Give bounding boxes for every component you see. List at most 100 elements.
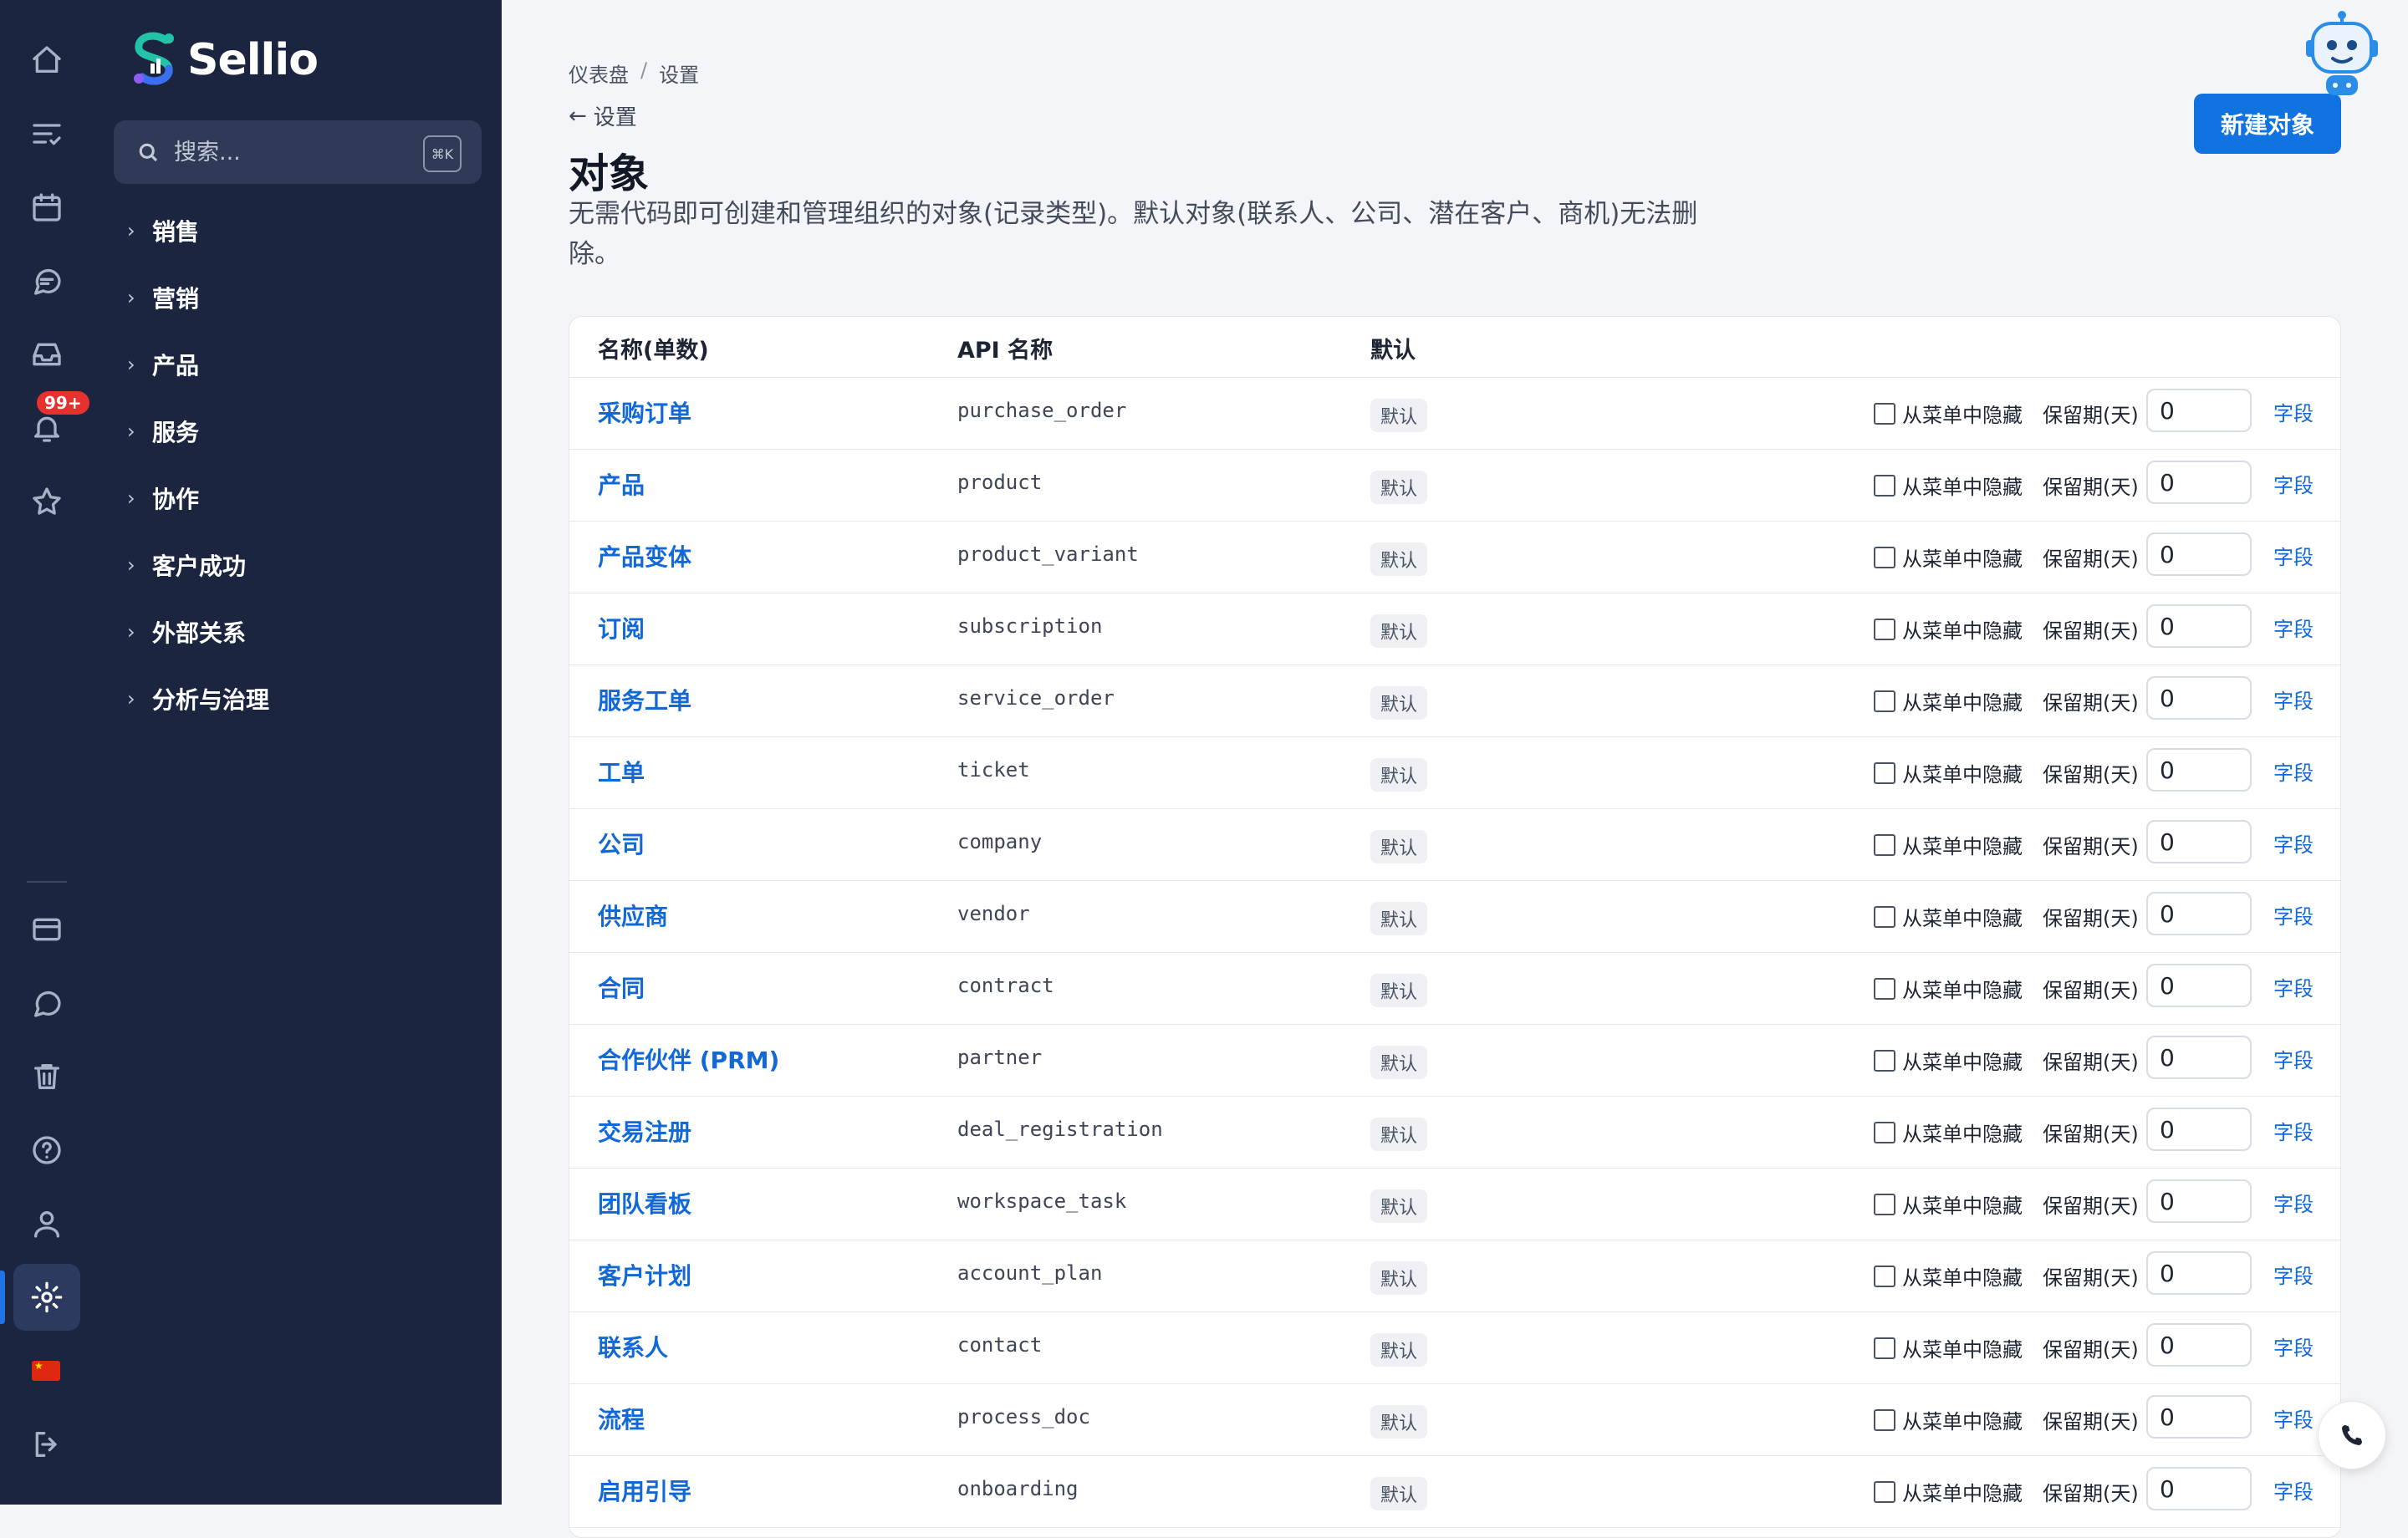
hide-from-menu-toggle[interactable]: 从菜单中隐藏 [1874, 542, 2023, 572]
object-name-link[interactable]: 订阅 [598, 611, 645, 644]
home-icon[interactable] [13, 27, 80, 94]
nav-group-marketing[interactable]: › 营销 [127, 272, 199, 323]
fields-link[interactable]: 字段 [2273, 1116, 2314, 1145]
fields-link[interactable]: 字段 [2273, 685, 2314, 714]
fields-link[interactable]: 字段 [2273, 1260, 2314, 1289]
hide-from-menu-checkbox[interactable] [1874, 1480, 1895, 1503]
billing-card-icon[interactable] [13, 896, 80, 963]
new-object-button[interactable]: 新建对象 [2194, 94, 2341, 154]
object-name-link[interactable]: 产品 [598, 467, 645, 501]
hide-from-menu-toggle[interactable]: 从菜单中隐藏 [1874, 758, 2023, 787]
object-name-link[interactable]: 团队看板 [598, 1186, 691, 1220]
search-box[interactable]: ⌘K [114, 120, 482, 184]
hide-from-menu-checkbox[interactable] [1874, 402, 1895, 425]
hide-from-menu-toggle[interactable]: 从菜单中隐藏 [1874, 1405, 2023, 1434]
inbox-icon[interactable] [13, 321, 80, 388]
retention-days-input[interactable] [2146, 820, 2252, 863]
hide-from-menu-checkbox[interactable] [1874, 761, 1895, 784]
fields-link[interactable]: 字段 [2273, 828, 2314, 858]
trash-icon[interactable] [13, 1043, 80, 1110]
hide-from-menu-checkbox[interactable] [1874, 1121, 1895, 1143]
nav-group-sales[interactable]: › 销售 [127, 206, 199, 256]
fields-link[interactable]: 字段 [2273, 1332, 2314, 1361]
calendar-icon[interactable] [13, 174, 80, 241]
hide-from-menu-checkbox[interactable] [1874, 1265, 1895, 1287]
breadcrumb-settings[interactable]: 设置 [659, 59, 699, 88]
object-name-link[interactable]: 工单 [598, 755, 645, 788]
hide-from-menu-checkbox[interactable] [1874, 833, 1895, 856]
fields-link[interactable]: 字段 [2273, 1475, 2314, 1505]
nav-group-customer-success[interactable]: › 客户成功 [127, 540, 246, 590]
hide-from-menu-toggle[interactable]: 从菜单中隐藏 [1874, 1333, 2023, 1362]
retention-days-input[interactable] [2146, 1108, 2252, 1151]
retention-days-input[interactable] [2146, 461, 2252, 504]
retention-days-input[interactable] [2146, 389, 2252, 432]
hide-from-menu-toggle[interactable]: 从菜单中隐藏 [1874, 399, 2023, 428]
object-name-link[interactable]: 公司 [598, 827, 645, 860]
nav-group-external-relations[interactable]: › 外部关系 [127, 607, 246, 657]
hide-from-menu-checkbox[interactable] [1874, 1193, 1895, 1215]
hide-from-menu-checkbox[interactable] [1874, 1408, 1895, 1431]
fields-link[interactable]: 字段 [2273, 900, 2314, 929]
retention-days-input[interactable] [2146, 892, 2252, 935]
object-name-link[interactable]: 合作伙伴 (PRM) [598, 1042, 779, 1076]
nav-group-collaboration[interactable]: › 协作 [127, 473, 199, 523]
object-name-link[interactable]: 合同 [598, 970, 645, 1004]
fields-link[interactable]: 字段 [2273, 1044, 2314, 1073]
object-name-link[interactable]: 流程 [598, 1402, 645, 1435]
hide-from-menu-toggle[interactable]: 从菜单中隐藏 [1874, 471, 2023, 500]
hide-from-menu-checkbox[interactable] [1874, 905, 1895, 928]
fields-link[interactable]: 字段 [2273, 1188, 2314, 1217]
app-logo[interactable]: Sellio [129, 30, 319, 90]
retention-days-input[interactable] [2146, 1467, 2252, 1510]
retention-days-input[interactable] [2146, 748, 2252, 792]
object-name-link[interactable]: 采购订单 [598, 395, 691, 429]
object-name-link[interactable]: 启用引导 [598, 1474, 691, 1507]
language-flag-icon[interactable] [32, 1360, 60, 1381]
nav-group-products[interactable]: › 产品 [127, 339, 199, 390]
logout-icon[interactable] [13, 1411, 80, 1478]
chat-icon[interactable] [13, 247, 80, 314]
object-name-link[interactable]: 联系人 [598, 1330, 668, 1363]
hide-from-menu-toggle[interactable]: 从菜单中隐藏 [1874, 614, 2023, 644]
fields-link[interactable]: 字段 [2273, 756, 2314, 786]
back-link[interactable]: ← 设置 [569, 100, 637, 131]
retention-days-input[interactable] [2146, 532, 2252, 576]
fields-link[interactable]: 字段 [2273, 613, 2314, 642]
hide-from-menu-toggle[interactable]: 从菜单中隐藏 [1874, 1046, 2023, 1075]
object-name-link[interactable]: 服务工单 [598, 683, 691, 716]
fields-link[interactable]: 字段 [2273, 469, 2314, 498]
hide-from-menu-checkbox[interactable] [1874, 546, 1895, 568]
object-name-link[interactable]: 客户计划 [598, 1258, 691, 1291]
hide-from-menu-toggle[interactable]: 从菜单中隐藏 [1874, 830, 2023, 859]
nav-group-service[interactable]: › 服务 [127, 406, 199, 456]
breadcrumb-dashboard[interactable]: 仪表盘 [569, 59, 629, 88]
hide-from-menu-toggle[interactable]: 从菜单中隐藏 [1874, 1118, 2023, 1147]
hide-from-menu-toggle[interactable]: 从菜单中隐藏 [1874, 902, 2023, 931]
hide-from-menu-checkbox[interactable] [1874, 618, 1895, 640]
retention-days-input[interactable] [2146, 1179, 2252, 1223]
object-name-link[interactable]: 产品变体 [598, 539, 691, 573]
hide-from-menu-checkbox[interactable] [1874, 474, 1895, 497]
retention-days-input[interactable] [2146, 676, 2252, 720]
hide-from-menu-toggle[interactable]: 从菜单中隐藏 [1874, 1189, 2023, 1219]
object-name-link[interactable]: 交易注册 [598, 1114, 691, 1148]
hide-from-menu-toggle[interactable]: 从菜单中隐藏 [1874, 1477, 2023, 1506]
retention-days-input[interactable] [2146, 964, 2252, 1007]
help-icon[interactable] [13, 1117, 80, 1184]
star-icon[interactable] [13, 468, 80, 535]
user-icon[interactable] [13, 1190, 80, 1257]
retention-days-input[interactable] [2146, 1251, 2252, 1295]
tasks-icon[interactable] [13, 100, 80, 167]
hide-from-menu-toggle[interactable]: 从菜单中隐藏 [1874, 974, 2023, 1003]
fields-link[interactable]: 字段 [2273, 1403, 2314, 1433]
assistant-robot-icon[interactable] [2304, 10, 2380, 97]
hide-from-menu-toggle[interactable]: 从菜单中隐藏 [1874, 686, 2023, 716]
fields-link[interactable]: 字段 [2273, 541, 2314, 570]
hide-from-menu-checkbox[interactable] [1874, 1049, 1895, 1072]
hide-from-menu-toggle[interactable]: 从菜单中隐藏 [1874, 1261, 2023, 1291]
object-name-link[interactable]: 供应商 [598, 899, 668, 932]
retention-days-input[interactable] [2146, 1395, 2252, 1439]
search-input[interactable] [172, 138, 418, 166]
fields-link[interactable]: 字段 [2273, 972, 2314, 1001]
